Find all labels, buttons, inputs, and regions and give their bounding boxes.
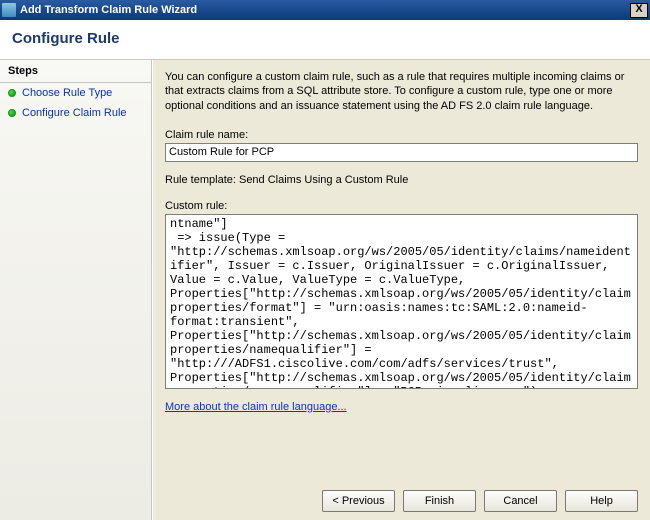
- step-bullet-icon: [8, 109, 16, 117]
- window-title: Add Transform Claim Rule Wizard: [20, 4, 197, 16]
- rule-template-label: Rule template: Send Claims Using a Custo…: [165, 174, 638, 186]
- help-button[interactable]: Help: [565, 490, 638, 512]
- steps-sidebar: Steps Choose Rule Type Configure Claim R…: [0, 60, 152, 520]
- steps-heading: Steps: [0, 60, 151, 83]
- custom-rule-textarea[interactable]: [165, 214, 638, 389]
- page-title: Configure Rule: [0, 20, 650, 60]
- app-icon: [2, 3, 16, 17]
- button-row: < Previous Finish Cancel Help: [165, 480, 638, 512]
- step-label: Configure Claim Rule: [22, 107, 127, 119]
- finish-button[interactable]: Finish: [403, 490, 476, 512]
- step-choose-rule-type[interactable]: Choose Rule Type: [0, 83, 151, 103]
- previous-button[interactable]: < Previous: [322, 490, 395, 512]
- intro-text: You can configure a custom claim rule, s…: [165, 70, 638, 113]
- step-configure-claim-rule[interactable]: Configure Claim Rule: [0, 103, 151, 123]
- custom-rule-label: Custom rule:: [165, 200, 638, 212]
- claim-rule-name-input[interactable]: [165, 143, 638, 162]
- step-bullet-icon: [8, 89, 16, 97]
- close-icon[interactable]: X: [630, 3, 648, 18]
- window-titlebar: Add Transform Claim Rule Wizard X: [0, 0, 650, 20]
- cancel-button[interactable]: Cancel: [484, 490, 557, 512]
- claim-rule-name-label: Claim rule name:: [165, 129, 638, 141]
- step-label: Choose Rule Type: [22, 87, 112, 99]
- content-pane: You can configure a custom claim rule, s…: [152, 60, 650, 520]
- more-about-link[interactable]: More about the claim rule language...: [165, 401, 638, 413]
